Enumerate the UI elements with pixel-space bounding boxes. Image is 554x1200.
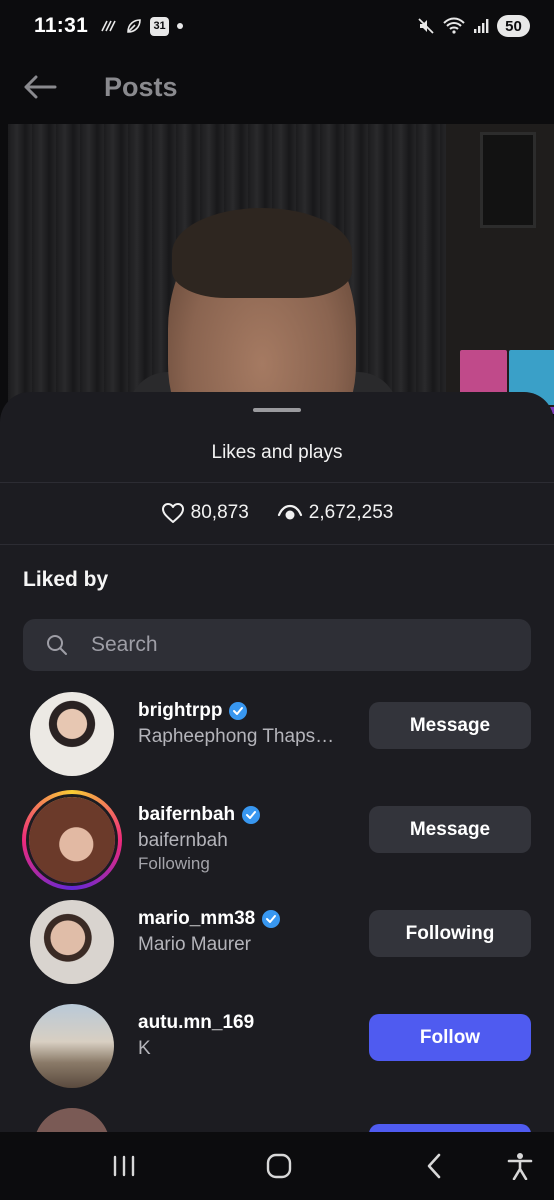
avatar-story-ring[interactable] <box>22 790 122 890</box>
mute-icon <box>418 18 434 34</box>
likes-bottom-sheet: Likes and plays 80,873 2,672,253 Liked b… <box>0 392 554 1132</box>
nav-back-button[interactable] <box>404 1132 464 1200</box>
leaf-icon <box>127 19 141 33</box>
wifi-calling-icon <box>101 20 116 32</box>
accessibility-icon <box>507 1153 533 1180</box>
wall-frame <box>480 132 536 228</box>
full-name: Mario Maurer <box>138 934 251 955</box>
recents-button[interactable] <box>94 1132 154 1200</box>
recents-icon <box>113 1155 135 1177</box>
follow-button[interactable]: Follow <box>369 1014 531 1061</box>
divider <box>0 544 554 545</box>
plays-stat: 2,672,253 <box>277 502 394 524</box>
plays-count: 2,672,253 <box>308 502 394 523</box>
search-placeholder: Search <box>91 633 158 656</box>
status-bar: 11:31 31 50 <box>0 0 554 52</box>
message-button[interactable]: Message <box>369 702 531 749</box>
likes-stat: 80,873 <box>161 502 249 524</box>
full-name: Rapheephong Thaps… <box>138 726 335 747</box>
post-video-preview[interactable] <box>8 124 554 414</box>
verified-badge-icon <box>242 806 261 824</box>
list-item[interactable]: baifernbah baifernbah Following Message <box>0 786 554 890</box>
following-button[interactable]: Following <box>369 910 531 957</box>
list-item-partial[interactable] <box>0 1098 554 1132</box>
username[interactable]: baifernbah <box>138 804 358 826</box>
sheet-drag-handle[interactable] <box>253 408 301 412</box>
message-button[interactable]: Message <box>369 806 531 853</box>
username[interactable]: brightrpp <box>138 700 358 722</box>
system-navigation-bar <box>0 1132 554 1200</box>
back-button[interactable] <box>0 52 80 122</box>
home-button[interactable] <box>249 1132 309 1200</box>
home-icon <box>266 1153 292 1179</box>
wifi-icon <box>443 17 465 34</box>
search-input[interactable]: Search <box>23 619 531 671</box>
avatar[interactable] <box>30 900 114 984</box>
avatar[interactable] <box>30 692 114 776</box>
status-time: 11:31 <box>34 14 89 37</box>
username[interactable]: mario_mm38 <box>138 908 358 930</box>
signal-icon <box>474 19 489 33</box>
stats-row: 80,873 2,672,253 <box>0 502 554 524</box>
likes-count: 80,873 <box>190 502 249 523</box>
battery-level: 50 <box>497 15 530 37</box>
full-name: baifernbah <box>138 830 228 851</box>
arrow-left-icon <box>24 75 57 99</box>
notification-dot-icon <box>177 23 184 29</box>
full-name: K <box>138 1038 151 1059</box>
avatar <box>29 797 115 883</box>
back-icon <box>427 1153 441 1179</box>
liked-by-list: brightrpp Rapheephong Thaps… Message bai… <box>0 682 554 1132</box>
verified-badge-icon <box>262 910 281 928</box>
username[interactable]: autu.mn_169 <box>138 1012 358 1034</box>
search-icon <box>47 635 67 655</box>
list-item[interactable]: mario_mm38 Mario Maurer Following <box>0 890 554 994</box>
list-item[interactable]: autu.mn_169 K Follow <box>0 994 554 1098</box>
heart-icon <box>161 503 184 523</box>
top-app-bar: Posts <box>0 52 554 122</box>
following-status: Following <box>138 854 210 873</box>
avatar[interactable] <box>30 1004 114 1088</box>
person-hair <box>172 208 352 298</box>
divider <box>0 482 554 483</box>
avatar[interactable] <box>34 1108 110 1132</box>
follow-button-partial[interactable] <box>369 1124 531 1132</box>
eye-play-icon <box>277 504 302 520</box>
verified-badge-icon <box>229 702 248 720</box>
accessibility-button[interactable] <box>490 1132 550 1200</box>
list-item[interactable]: brightrpp Rapheephong Thaps… Message <box>0 682 554 786</box>
page-title: Posts <box>104 71 178 102</box>
sheet-title: Likes and plays <box>211 442 343 463</box>
liked-by-heading: Liked by <box>23 568 109 591</box>
status-notification-icons: 31 <box>100 16 184 36</box>
calendar-icon: 31 <box>150 16 170 36</box>
